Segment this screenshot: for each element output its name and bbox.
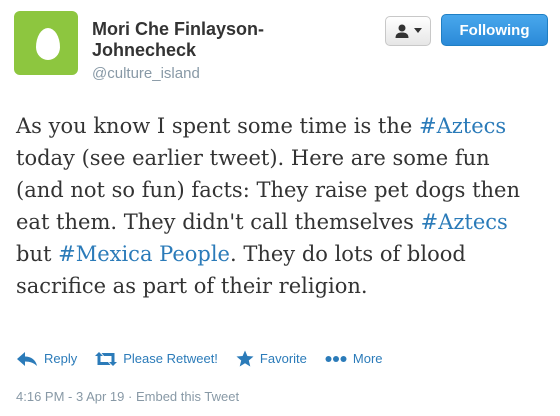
avatar[interactable] <box>14 11 78 75</box>
author-handle[interactable]: @culture_island <box>92 65 200 82</box>
ellipsis-icon <box>325 355 347 362</box>
reply-button[interactable]: Reply <box>16 351 77 367</box>
hashtag-link[interactable]: #Aztecs <box>421 210 508 234</box>
egg-icon <box>36 28 60 60</box>
more-button[interactable]: More <box>325 351 383 366</box>
person-icon <box>395 24 409 38</box>
embed-tweet-link[interactable]: Embed this Tweet <box>136 389 239 404</box>
tweet-text-part: but <box>16 242 59 266</box>
reply-arrow-icon <box>17 351 37 366</box>
timestamp-link[interactable]: 4:16 PM - 3 Apr 19 <box>16 389 124 404</box>
author-name[interactable]: Mori Che Finlayson-Johnecheck <box>92 19 342 61</box>
retweet-label: Please Retweet! <box>123 351 218 366</box>
favorite-button[interactable]: Favorite <box>236 350 307 367</box>
following-button[interactable]: Following <box>441 14 548 46</box>
more-label: More <box>352 351 383 366</box>
hashtag-link[interactable]: #Aztecs <box>419 114 506 138</box>
meta-separator: · <box>124 389 136 404</box>
tweet-text: As you know I spent some time is the #Az… <box>16 110 536 302</box>
hashtag-link[interactable]: #Mexica People <box>58 242 230 266</box>
star-icon <box>236 350 254 367</box>
chevron-down-icon <box>414 28 422 33</box>
retweet-icon <box>95 351 118 366</box>
tweet-meta: 4:16 PM - 3 Apr 19 · Embed this Tweet <box>16 389 239 404</box>
tweet-text-part: As you know I spent some time is the <box>16 114 419 138</box>
retweet-button[interactable]: Please Retweet! <box>95 351 218 367</box>
user-actions-dropdown[interactable] <box>385 16 431 46</box>
reply-label: Reply <box>44 351 78 366</box>
favorite-label: Favorite <box>259 351 307 366</box>
tweet-actions: Reply Please Retweet! Favorite More <box>16 350 401 367</box>
